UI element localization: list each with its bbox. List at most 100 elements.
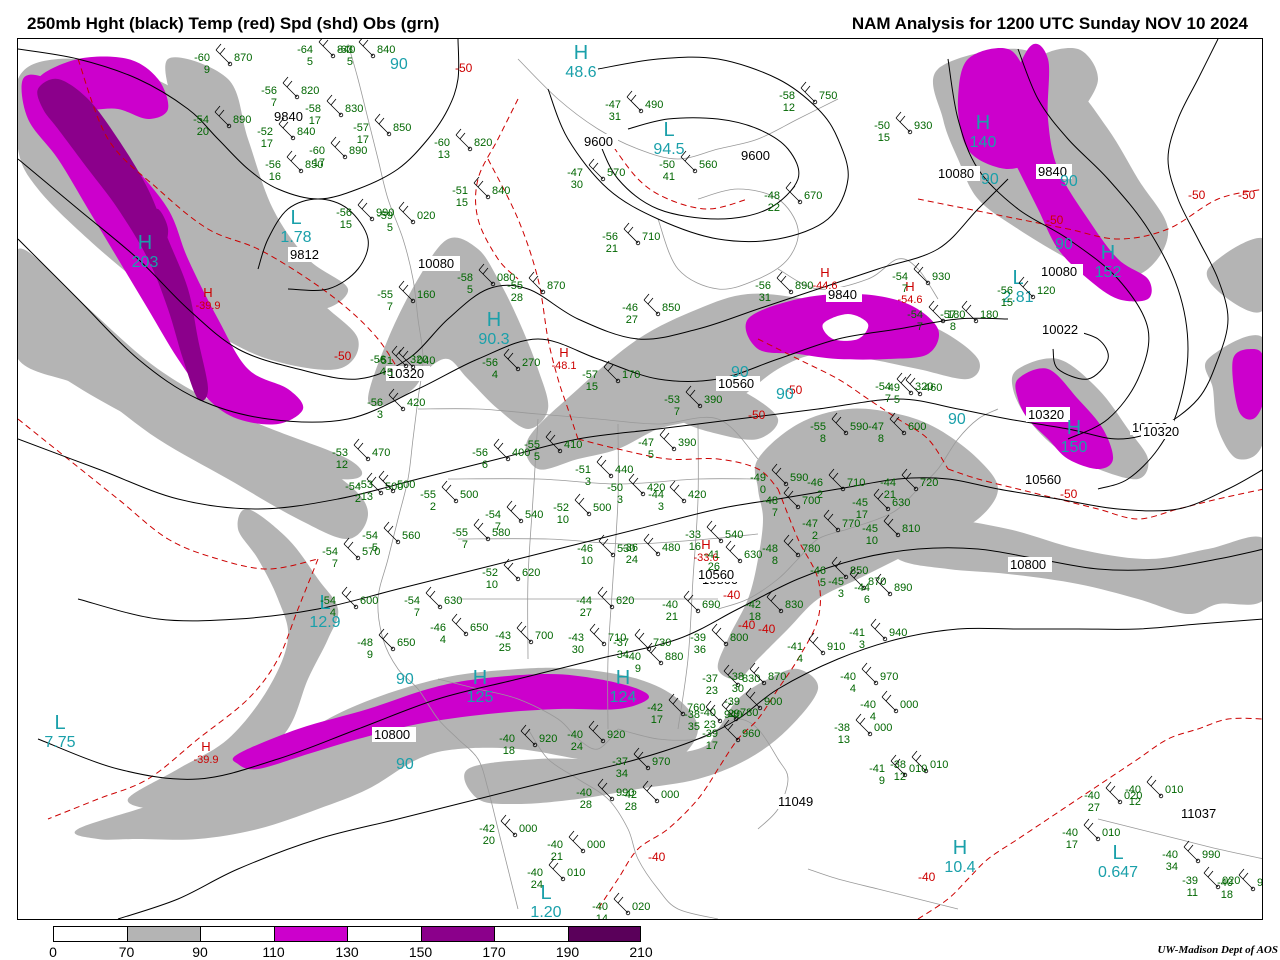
wind-barb-staff (548, 864, 564, 880)
wind-barb-flag (345, 590, 352, 598)
obs-height: 870 (547, 280, 565, 292)
wind-barb-flag (1109, 785, 1116, 793)
obs-temp: -55 (524, 439, 540, 451)
obs-temp: -41 (849, 627, 865, 639)
obs-height: 420 (407, 397, 425, 409)
obs-temp: -45 (852, 497, 868, 509)
height-label: 11049 (778, 794, 813, 809)
legend-swatch (273, 926, 348, 942)
obs-temp: -56 (336, 207, 352, 219)
obs-dewpoint-depression: 5 (820, 577, 826, 589)
obs-height: 420 (688, 489, 706, 501)
wind-barb-flag (528, 271, 535, 279)
wind-barb-flag (626, 90, 633, 98)
obs-dewpoint-depression: 28 (625, 801, 637, 813)
obs-temp: -40 (1062, 827, 1078, 839)
obs-dewpoint-depression: 18 (749, 611, 761, 623)
wind-barb-flag (593, 627, 600, 635)
obs-height: 890 (349, 145, 367, 157)
obs-height: 700 (535, 630, 553, 642)
obs-dewpoint-depression: 27 (626, 314, 638, 326)
obs-height: 870 (234, 52, 252, 64)
wind-barb-flag (341, 586, 348, 594)
isotach-label: 90 (776, 386, 794, 403)
center-value: 124 (610, 689, 637, 706)
obs-dewpoint-depression: 4 (492, 369, 498, 381)
wind-barb-flag (911, 750, 918, 758)
obs-temp: -46 (807, 477, 823, 489)
height-label: 10080 (418, 256, 454, 271)
wind-barb-flag (318, 39, 323, 43)
obs-dewpoint-depression: 9 (879, 775, 885, 787)
obs-height: 980 (1257, 877, 1263, 889)
obs-dewpoint-depression: 8 (950, 321, 956, 333)
wind-barb-flag (219, 47, 226, 55)
obs-dewpoint-depression: 15 (340, 219, 352, 231)
wind-barb-flag (634, 628, 641, 636)
height-label: 10080 (1041, 264, 1077, 279)
obs-dewpoint-depression: 23 (706, 685, 718, 697)
obs-temp: -48 (764, 190, 780, 202)
isotach-label: 90 (1060, 173, 1078, 190)
wind-barb-staff (1203, 872, 1219, 888)
high-center-letter: H (559, 345, 568, 360)
wind-barb-flag (865, 666, 872, 674)
obs-temp: -41 (787, 641, 803, 653)
station-obs: -46 650 4 (430, 613, 488, 646)
obs-temp: -46 (810, 565, 826, 577)
height-label: 10800 (1010, 557, 1046, 572)
legend-tick-label: 190 (555, 944, 580, 960)
station-obs: -40 970 4 (840, 662, 898, 695)
obs-temp: -56 (602, 231, 618, 243)
wind-barb-flag (1083, 818, 1090, 826)
station-obs: -40 0004 (860, 690, 918, 723)
wind-barb-flag (885, 694, 892, 702)
wind-barb-flag (568, 830, 575, 838)
obs-temp: -56 (997, 285, 1013, 297)
obs-height: 620 (522, 567, 540, 579)
obs-temp: -49 (750, 472, 766, 484)
obs-height: 850 (662, 302, 680, 314)
obs-height: 820 (301, 85, 319, 97)
wind-barb-flag (510, 504, 517, 512)
wind-barb-flag (520, 625, 527, 633)
obs-dewpoint-depression: 36 (694, 644, 706, 656)
obs-dewpoint-depression: 5 (347, 56, 353, 68)
wind-barb-flag (1187, 844, 1194, 852)
wind-barb-flag (613, 892, 620, 900)
obs-height: 720 (920, 477, 938, 489)
obs-dewpoint-depression: 9 (204, 64, 210, 76)
station-obs: -42 000 20 (479, 814, 537, 847)
isotach-label: 90 (1055, 236, 1073, 253)
obs-height: 010 (1165, 784, 1183, 796)
obs-temp: -37 (613, 637, 629, 649)
obs-temp: -56 (367, 397, 383, 409)
obs-temp: -33 (685, 529, 701, 541)
station-obs: -48 650 9 (357, 628, 415, 661)
obs-dewpoint-depression: 5 (387, 222, 393, 234)
obs-height: 540 (525, 509, 543, 521)
obs-dewpoint-depression: 24 (626, 554, 638, 566)
wind-barb-staff (353, 444, 369, 460)
map-panel[interactable]: 9840 9812 9600 9600 9840 10080 10080 10022 10320… (17, 38, 1263, 920)
temp-label: -40 (648, 850, 666, 864)
obs-temp: -44 (880, 477, 896, 489)
obs-height: 960 (742, 728, 760, 740)
legend-tick-label: 170 (482, 944, 506, 960)
obs-dewpoint-depression: 12 (336, 459, 348, 471)
obs-dewpoint-depression: 15 (1001, 297, 1013, 309)
center-value: 150 (1061, 439, 1088, 456)
obs-height: 000 (519, 823, 537, 835)
wind-barb-staff (357, 204, 373, 220)
obs-height: 770 (842, 518, 860, 530)
wind-barb-flag (859, 717, 866, 725)
wind-barb-staff (568, 836, 584, 852)
wind-barb-flag (881, 690, 888, 698)
obs-temp: -42 (745, 599, 761, 611)
obs-dewpoint-depression: 3 (617, 494, 623, 506)
obs-temp: -55 (507, 280, 523, 292)
wind-barb-flag (215, 43, 222, 51)
obs-temp: -47 (567, 167, 583, 179)
legend-tick-label: 130 (335, 944, 359, 960)
height-label: 10022 (1042, 322, 1078, 337)
